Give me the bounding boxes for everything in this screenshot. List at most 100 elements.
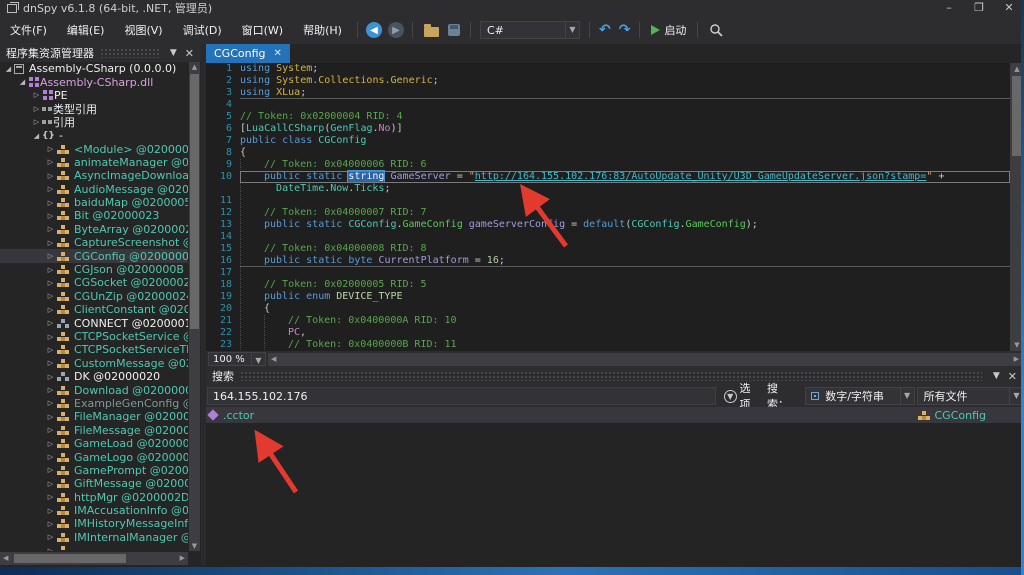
start-debug-icon[interactable] bbox=[651, 25, 660, 35]
search-icon[interactable] bbox=[709, 23, 723, 37]
tab-cgconfig[interactable]: CGConfig ✕ bbox=[206, 44, 290, 63]
language-combobox[interactable]: C# ▼ bbox=[480, 21, 580, 39]
search-result-row[interactable]: .cctorCGConfig bbox=[206, 407, 1024, 423]
expander-closed-icon[interactable]: ▷ bbox=[45, 199, 56, 207]
tree-item[interactable]: ▷<Module> @02000001 bbox=[0, 142, 188, 155]
tree-item[interactable]: ▷CTCPSocketServiceThre bbox=[0, 343, 188, 356]
expander-closed-icon[interactable]: ▷ bbox=[45, 386, 56, 394]
expander-closed-icon[interactable]: ▷ bbox=[45, 185, 56, 193]
expander-closed-icon[interactable]: ▷ bbox=[45, 520, 56, 528]
tree-item[interactable]: ▷CGUnZip @02000024 bbox=[0, 290, 188, 303]
tree-item[interactable]: ▷FileMessage @0200006 bbox=[0, 424, 188, 437]
code-view[interactable]: 1using System;2using System.Collections.… bbox=[206, 63, 1010, 351]
tree-item[interactable]: ▷GameLogo @0200005A bbox=[0, 450, 188, 463]
search-files-combobox[interactable]: 所有文件 ▼ bbox=[917, 387, 1024, 405]
tree-item[interactable]: ▷GameLoad @02000058 bbox=[0, 437, 188, 450]
expander-open-icon[interactable]: ◢ bbox=[3, 65, 14, 73]
tree-item[interactable]: ▷Bit @02000023 bbox=[0, 209, 188, 222]
tree-vertical-scrollbar[interactable]: ▲ ▼ bbox=[189, 62, 200, 551]
expander-closed-icon[interactable]: ▷ bbox=[45, 225, 56, 233]
tree-item[interactable]: ▷httpMgr @0200002D bbox=[0, 491, 188, 504]
expander-closed-icon[interactable]: ▷ bbox=[45, 306, 56, 314]
tree-item[interactable]: ▷ bbox=[0, 544, 188, 551]
expander-closed-icon[interactable]: ▷ bbox=[45, 426, 56, 434]
expander-closed-icon[interactable]: ▷ bbox=[45, 333, 56, 341]
search-type-combobox[interactable]: 数字/字符串 ▼ bbox=[805, 387, 914, 405]
maximize-button[interactable]: ❐ bbox=[964, 0, 994, 16]
chevron-down-icon[interactable]: ▼ bbox=[565, 22, 579, 38]
tree-item[interactable]: ▷IMHistoryMessageInfo bbox=[0, 517, 188, 530]
expander-closed-icon[interactable]: ▷ bbox=[45, 533, 56, 541]
save-all-icon[interactable] bbox=[448, 24, 460, 36]
tree-item[interactable]: ▷AudioMessage @02000 bbox=[0, 183, 188, 196]
panel-menu-icon[interactable]: ▼ bbox=[988, 371, 1005, 381]
tab-close-icon[interactable]: ✕ bbox=[274, 48, 282, 59]
expander-closed-icon[interactable]: ▷ bbox=[45, 319, 56, 327]
navigate-forward-button[interactable]: ▶ bbox=[388, 22, 404, 38]
panel-close-icon[interactable]: ✕ bbox=[182, 47, 201, 60]
menu-item[interactable]: 文件(F) bbox=[0, 22, 57, 38]
expander-closed-icon[interactable]: ▷ bbox=[45, 453, 56, 461]
tree-item[interactable]: ▷IMInternalManager @0 bbox=[0, 531, 188, 544]
menu-item[interactable]: 帮助(H) bbox=[293, 22, 352, 38]
tree-item[interactable]: ▷baiduMap @02000055 bbox=[0, 196, 188, 209]
tree-item[interactable]: ▷CGSocket @0200002A bbox=[0, 276, 188, 289]
tree-item[interactable]: ▷GamePrompt @020000 bbox=[0, 464, 188, 477]
tree-item[interactable]: ▷AsyncImageDownload bbox=[0, 169, 188, 182]
expander-closed-icon[interactable]: ▷ bbox=[45, 212, 56, 220]
redo-icon[interactable]: ↷ bbox=[619, 22, 631, 38]
chevron-down-icon[interactable]: ▼ bbox=[900, 388, 914, 404]
undo-icon[interactable]: ↶ bbox=[599, 22, 611, 38]
editor-horizontal-scrollbar[interactable]: ◀ ▶ bbox=[268, 353, 1022, 366]
navigate-back-button[interactable]: ◀ bbox=[366, 22, 382, 38]
search-input[interactable] bbox=[207, 387, 716, 405]
chevron-down-icon[interactable]: ▼ bbox=[251, 353, 265, 365]
expander-closed-icon[interactable]: ▷ bbox=[45, 346, 56, 354]
expander-closed-icon[interactable]: ▷ bbox=[45, 440, 56, 448]
tree-horizontal-scrollbar[interactable]: ◀ ▶ bbox=[0, 552, 188, 565]
tree-item[interactable]: ▷CGConfig @02000004 bbox=[0, 249, 188, 262]
zoom-combobox[interactable]: 100 % ▼ bbox=[208, 352, 266, 366]
tree-item[interactable]: ▷CTCPSocketService @0 bbox=[0, 330, 188, 343]
menu-item[interactable]: 窗口(W) bbox=[232, 22, 293, 38]
expander-closed-icon[interactable]: ▷ bbox=[45, 292, 56, 300]
expander-closed-icon[interactable]: ▷ bbox=[31, 118, 42, 126]
tree-item[interactable]: ▷CGJson @0200000B bbox=[0, 263, 188, 276]
tree-item[interactable]: ▷ByteArray @02000029 bbox=[0, 223, 188, 236]
tree-item[interactable]: ▷ClientConstant @02000 bbox=[0, 303, 188, 316]
close-button[interactable]: ✕ bbox=[994, 0, 1024, 16]
tree-item[interactable]: ▷CONNECT @0200001F bbox=[0, 316, 188, 329]
tree-item[interactable]: ▷ExampleGenConfig @0 bbox=[0, 397, 188, 410]
tree-item[interactable]: ▷DK @02000020 bbox=[0, 370, 188, 383]
open-file-icon[interactable] bbox=[424, 27, 439, 37]
menu-item[interactable]: 视图(V) bbox=[114, 22, 172, 38]
minimize-button[interactable]: – bbox=[934, 0, 964, 16]
expander-closed-icon[interactable]: ▷ bbox=[45, 493, 56, 501]
expander-closed-icon[interactable]: ▷ bbox=[45, 172, 56, 180]
menu-item[interactable]: 调试(D) bbox=[173, 22, 232, 38]
tree-item[interactable]: ◢Assembly-CSharp.dll bbox=[0, 75, 188, 88]
tree-item[interactable]: ▷animateManager @020 bbox=[0, 156, 188, 169]
expander-closed-icon[interactable]: ▷ bbox=[45, 239, 56, 247]
expander-closed-icon[interactable]: ▷ bbox=[45, 266, 56, 274]
tree-item[interactable]: ◢Assembly-CSharp (0.0.0.0) bbox=[0, 62, 188, 75]
options-chevron-icon[interactable]: ▼ bbox=[724, 390, 737, 403]
tree-item[interactable]: ▷FileManager @0200004 bbox=[0, 410, 188, 423]
tree-item[interactable]: ▷CustomMessage @020 bbox=[0, 357, 188, 370]
start-button[interactable]: 启动 bbox=[664, 22, 686, 38]
expander-closed-icon[interactable]: ▷ bbox=[45, 252, 56, 260]
tree-item[interactable]: ▷类型引用 bbox=[0, 102, 188, 115]
expander-closed-icon[interactable]: ▷ bbox=[45, 507, 56, 515]
tree-item[interactable]: ▷GiftMessage @020000 bbox=[0, 477, 188, 490]
menu-item[interactable]: 编辑(E) bbox=[57, 22, 115, 38]
tree-item[interactable]: ◢{}- bbox=[0, 129, 188, 142]
expander-closed-icon[interactable]: ▷ bbox=[45, 145, 56, 153]
expander-open-icon[interactable]: ◢ bbox=[17, 78, 28, 86]
expander-closed-icon[interactable]: ▷ bbox=[31, 105, 42, 113]
panel-menu-icon[interactable]: ▼ bbox=[165, 48, 182, 58]
expander-closed-icon[interactable]: ▷ bbox=[45, 399, 56, 407]
tree-item[interactable]: ▷Download @0200000C bbox=[0, 383, 188, 396]
expander-closed-icon[interactable]: ▷ bbox=[45, 466, 56, 474]
expander-closed-icon[interactable]: ▷ bbox=[45, 373, 56, 381]
expander-closed-icon[interactable]: ▷ bbox=[45, 158, 56, 166]
